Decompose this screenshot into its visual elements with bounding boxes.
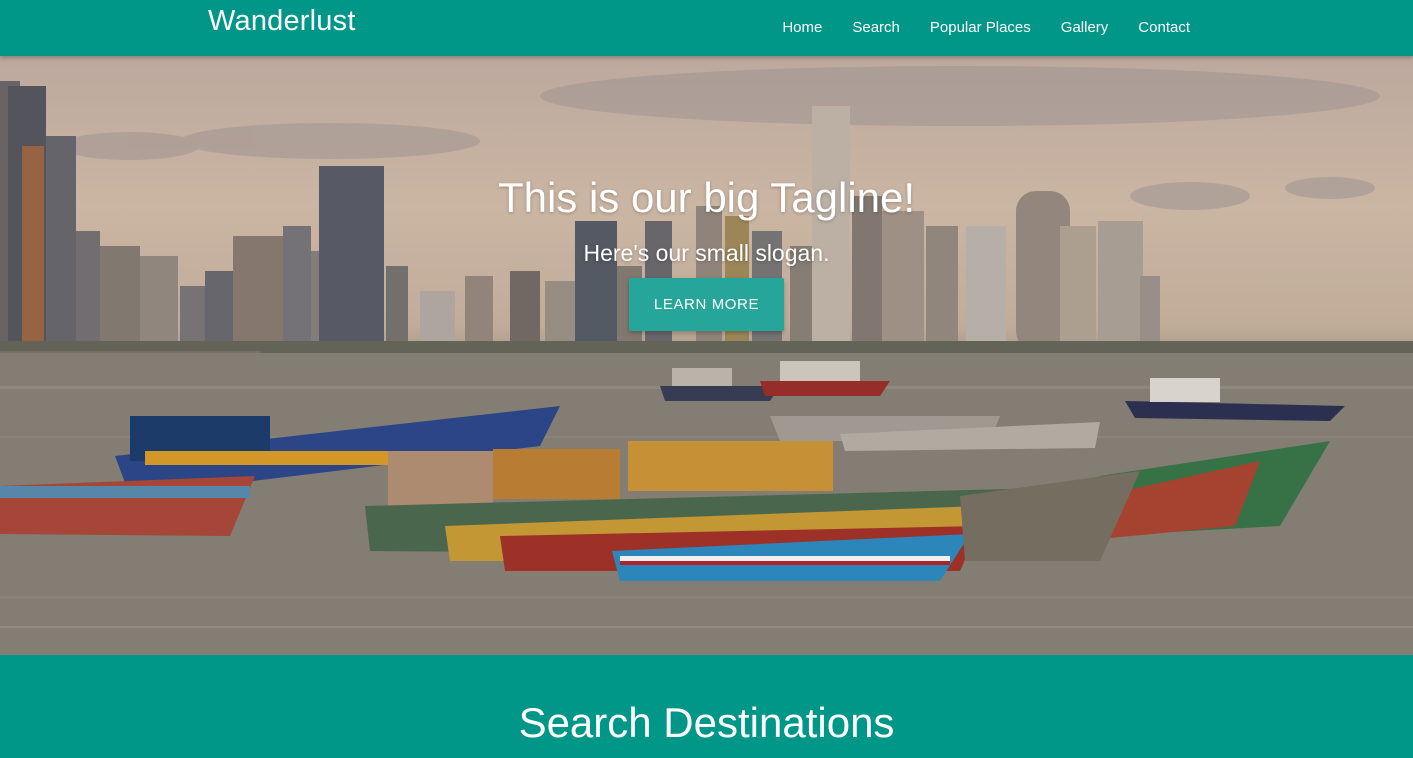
navbar: Wanderlust Home Search Popular Places Ga… <box>0 0 1413 56</box>
hero-overlay <box>0 56 1413 655</box>
nav-link-gallery[interactable]: Gallery <box>1061 19 1109 36</box>
search-destinations-title: Search Destinations <box>518 699 895 746</box>
nav-link-search[interactable]: Search <box>852 19 900 36</box>
hero-background-image <box>0 56 1413 655</box>
nav-links: Home Search Popular Places Gallery Conta… <box>782 0 1190 56</box>
hero-tagline: This is our big Tagline! <box>497 174 916 221</box>
brand-logo[interactable]: Wanderlust <box>208 5 356 38</box>
nav-link-popular-places[interactable]: Popular Places <box>930 19 1031 36</box>
search-destinations-section: Search Destinations <box>0 655 1413 758</box>
learn-more-button[interactable]: LEARN MORE <box>629 278 784 331</box>
hero-slogan: Here's our small slogan. <box>583 240 830 266</box>
nav-link-contact[interactable]: Contact <box>1138 19 1190 36</box>
hero-section: This is our big Tagline! Here's our smal… <box>0 56 1413 655</box>
nav-link-home[interactable]: Home <box>782 19 822 36</box>
